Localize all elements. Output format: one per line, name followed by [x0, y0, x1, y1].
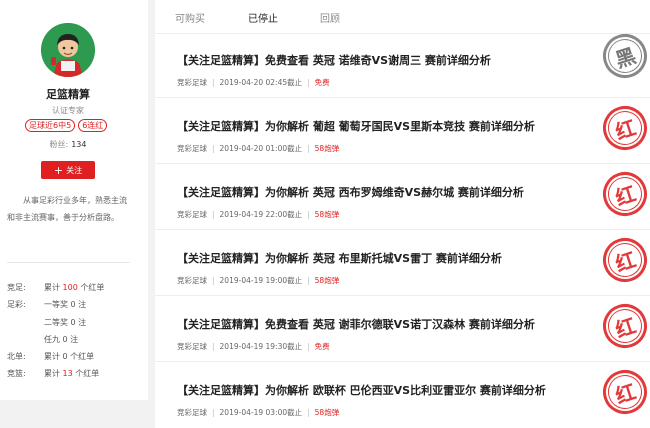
- fans-number: 134: [71, 140, 87, 149]
- item-title[interactable]: 【关注足篮精算】为你解析 葡超 葡萄牙国民VS里斯本竞技 赛前详细分析: [177, 118, 535, 134]
- expert-role: 认证专家: [52, 106, 84, 115]
- item-price: 免费: [314, 342, 330, 351]
- stat-label: 北单:: [7, 352, 26, 361]
- list-item[interactable]: 【关注足篮精算】为你解析 欧联杯 巴伦西亚VS比利亚雷亚尔 赛前详细分析 竞彩足…: [155, 364, 650, 428]
- tab-stopped[interactable]: 已停止: [248, 10, 278, 25]
- fans-label: 粉丝:: [49, 140, 69, 149]
- stat-prefix: 累计: [44, 369, 60, 378]
- stat-zucai-rj9: 任九 0 注: [7, 334, 78, 345]
- article-list-panel: 可购买 已停止 回顾 【关注足篮精算】免费查看 英冠 诺维奇VS谢周三 赛前详细…: [155, 0, 650, 428]
- item-price: 58炮弹: [314, 144, 340, 153]
- badge-recent-record: 足球近6中5: [25, 119, 76, 132]
- item-title[interactable]: 【关注足篮精算】为你解析 英冠 布里斯托城VS雷丁 赛前详细分析: [177, 250, 502, 266]
- stat-jingzu: 竞足: 累计 100 个红单: [7, 282, 104, 293]
- expert-profile-panel: 足篮精算 认证专家 足球近6中5 6连红 粉丝: 134 + 关注 从事足彩行业多…: [0, 0, 148, 400]
- result-stamp-icon: 红: [597, 364, 650, 420]
- item-meta: 竞彩足球 | 2019-04-19 03:00截止 | 58炮弹: [177, 408, 340, 417]
- stat-jinglan: 竞篮: 累计 13 个红单: [7, 368, 99, 379]
- stat-prefix: 累计: [44, 283, 60, 292]
- item-price: 免费: [314, 78, 330, 87]
- result-stamp-icon: 红: [597, 166, 650, 222]
- tab-review[interactable]: 回顾: [320, 10, 340, 25]
- status-tabs: 可购买 已停止 回顾: [155, 0, 650, 34]
- result-stamp-icon: 黑: [597, 28, 650, 84]
- item-meta: 竞彩足球 | 2019-04-20 01:00截止 | 58炮弹: [177, 144, 340, 153]
- follow-button[interactable]: + 关注: [41, 161, 95, 179]
- fans-count: 粉丝: 134: [0, 139, 136, 150]
- item-deadline: 2019-04-19 19:00截止: [219, 276, 303, 285]
- stat-suffix: 个红单: [75, 369, 100, 378]
- stat-label: 足彩:: [7, 300, 26, 309]
- item-deadline: 2019-04-19 19:30截止: [219, 342, 303, 351]
- result-stamp-icon: 红: [597, 298, 650, 354]
- item-title[interactable]: 【关注足篮精算】免费查看 英冠 诺维奇VS谢周三 赛前详细分析: [177, 52, 491, 68]
- list-item[interactable]: 【关注足篮精算】为你解析 英冠 布里斯托城VS雷丁 赛前详细分析 竞彩足球 | 20…: [155, 232, 650, 296]
- stat-suffix: 个红单: [80, 283, 105, 292]
- expert-name: 足篮精算: [46, 88, 90, 101]
- badge-win-streak: 6连红: [78, 119, 108, 132]
- stat-text: 一等奖 0 注: [44, 300, 87, 309]
- stat-zucai-first: 足彩: 一等奖 0 注: [7, 299, 86, 310]
- stat-zucai-second: 二等奖 0 注: [7, 317, 86, 328]
- expert-intro: 从事足彩行业多年，熟悉主流和非主流赛事，善于分析盘路。: [7, 196, 127, 222]
- item-meta: 竞彩足球 | 2019-04-19 19:00截止 | 58炮弹: [177, 276, 340, 285]
- item-deadline: 2019-04-19 22:00截止: [219, 210, 303, 219]
- follow-button-label: 关注: [66, 165, 83, 175]
- avatar[interactable]: [41, 23, 95, 77]
- stat-beidan: 北单: 累计 0 个红单: [7, 351, 94, 362]
- stat-text: 二等奖 0 注: [44, 318, 87, 327]
- item-category: 竞彩足球: [177, 276, 207, 285]
- list-item[interactable]: 【关注足篮精算】为你解析 葡超 葡萄牙国民VS里斯本竞技 赛前详细分析 竞彩足球…: [155, 100, 650, 164]
- item-category: 竞彩足球: [177, 210, 207, 219]
- profile-divider: [7, 262, 130, 263]
- stat-value: 13: [62, 369, 73, 378]
- tab-purchasable[interactable]: 可购买: [175, 10, 205, 25]
- stat-label: 竞足:: [7, 283, 26, 292]
- item-title[interactable]: 【关注足篮精算】免费查看 英冠 谢菲尔德联VS诺丁汉森林 赛前详细分析: [177, 316, 535, 332]
- item-meta: 竞彩足球 | 2019-04-20 02:45截止 | 免费: [177, 78, 330, 87]
- item-title[interactable]: 【关注足篮精算】为你解析 英冠 西布罗姆维奇VS赫尔城 赛前详细分析: [177, 184, 524, 200]
- item-price: 58炮弹: [314, 408, 340, 417]
- stat-text: 累计 0 个红单: [44, 352, 95, 361]
- item-category: 竞彩足球: [177, 78, 207, 87]
- stat-label: 竞篮:: [7, 369, 26, 378]
- list-item[interactable]: 【关注足篮精算】为你解析 英冠 西布罗姆维奇VS赫尔城 赛前详细分析 竞彩足球 |…: [155, 166, 650, 230]
- stat-value: 100: [62, 283, 78, 292]
- item-deadline: 2019-04-20 01:00截止: [219, 144, 303, 153]
- stat-text: 任九 0 注: [44, 335, 79, 344]
- item-price: 58炮弹: [314, 276, 340, 285]
- item-category: 竞彩足球: [177, 408, 207, 417]
- item-category: 竞彩足球: [177, 342, 207, 351]
- item-title[interactable]: 【关注足篮精算】为你解析 欧联杯 巴伦西亚VS比利亚雷亚尔 赛前详细分析: [177, 382, 546, 398]
- item-meta: 竞彩足球 | 2019-04-19 19:30截止 | 免费: [177, 342, 330, 351]
- avatar-image: [41, 23, 95, 77]
- result-stamp-icon: 红: [597, 232, 650, 288]
- item-price: 58炮弹: [314, 210, 340, 219]
- item-category: 竞彩足球: [177, 144, 207, 153]
- item-deadline: 2019-04-19 03:00截止: [219, 408, 303, 417]
- list-item[interactable]: 【关注足篮精算】免费查看 英冠 谢菲尔德联VS诺丁汉森林 赛前详细分析 竞彩足球…: [155, 298, 650, 362]
- result-stamp-icon: 红: [597, 100, 650, 156]
- item-deadline: 2019-04-20 02:45截止: [219, 78, 303, 87]
- plus-icon: +: [53, 163, 64, 177]
- expert-badges: 足球近6中5 6连红: [25, 119, 108, 132]
- list-item[interactable]: 【关注足篮精算】免费查看 英冠 诺维奇VS谢周三 赛前详细分析 竞彩足球 | 201…: [155, 28, 650, 98]
- item-meta: 竞彩足球 | 2019-04-19 22:00截止 | 58炮弹: [177, 210, 340, 219]
